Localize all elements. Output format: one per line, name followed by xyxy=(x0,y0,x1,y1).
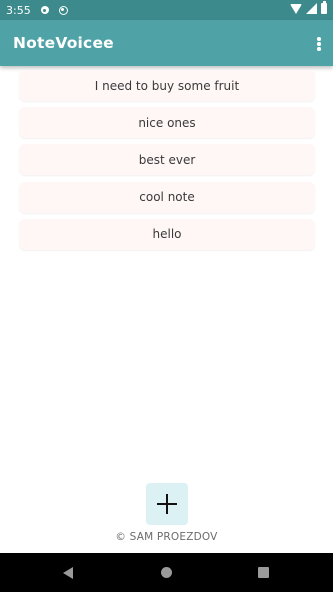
note-item[interactable]: I need to buy some fruit xyxy=(19,70,315,101)
app-title: NoteVoicee xyxy=(13,34,114,52)
home-icon[interactable] xyxy=(161,567,172,578)
notes-list: I need to buy some fruit nice ones best … xyxy=(19,70,315,256)
status-indicators xyxy=(290,1,327,14)
recents-icon[interactable] xyxy=(258,567,269,578)
signal-icon xyxy=(306,3,317,14)
navigation-bar xyxy=(0,553,333,592)
add-note-button[interactable] xyxy=(146,483,188,525)
sync-icon xyxy=(58,5,68,15)
note-item[interactable]: hello xyxy=(19,218,315,250)
status-time: 3:55 xyxy=(6,3,31,17)
app-bar: NoteVoicee xyxy=(0,20,333,66)
note-item[interactable]: best ever xyxy=(19,144,315,176)
battery-icon xyxy=(321,1,327,14)
overflow-menu-icon[interactable] xyxy=(317,37,321,51)
app-screen: 3:55 NoteVoicee I need to buy some fruit… xyxy=(0,0,333,592)
settings-icon xyxy=(40,5,50,15)
back-icon[interactable] xyxy=(63,567,73,579)
note-item[interactable]: cool note xyxy=(19,181,315,213)
status-bar: 3:55 xyxy=(0,0,333,20)
footer-copyright: © SAM PROEZDOV xyxy=(115,531,218,543)
note-item[interactable]: nice ones xyxy=(19,107,315,139)
wifi-icon xyxy=(290,3,302,14)
